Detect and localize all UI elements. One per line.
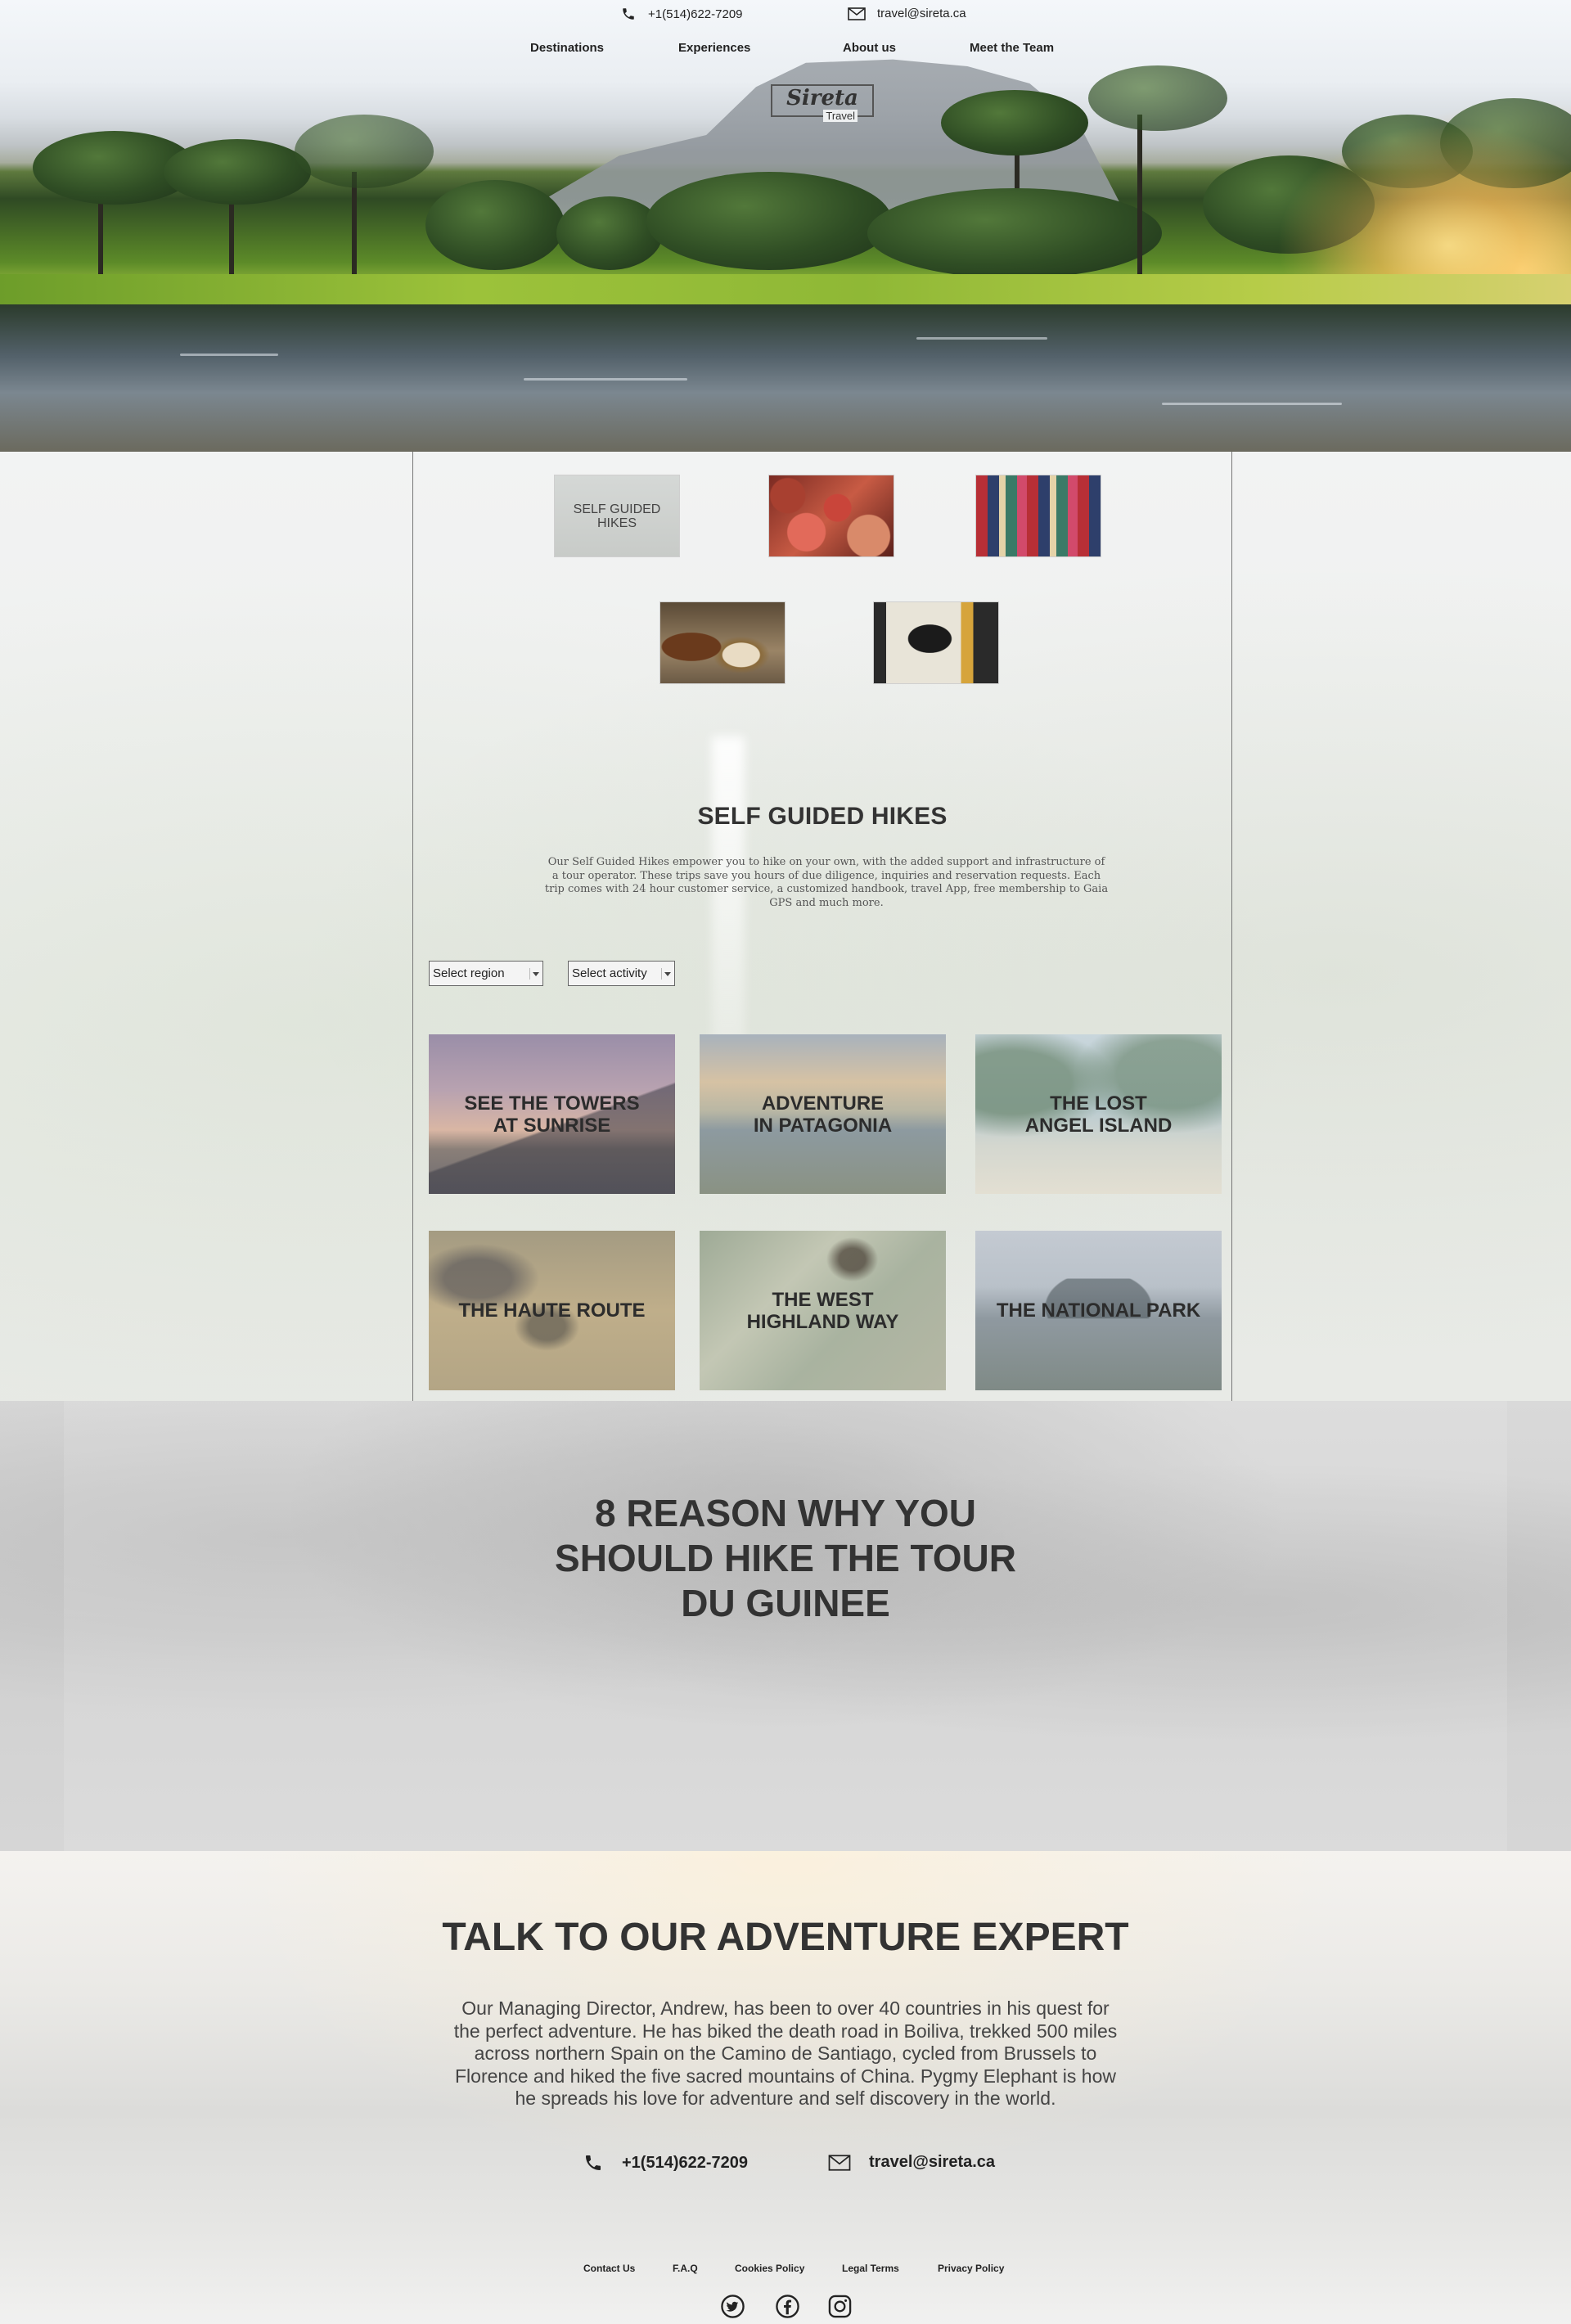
footer-faq[interactable]: F.A.Q — [673, 2263, 698, 2274]
phone-icon — [623, 8, 634, 20]
footer-legal-terms[interactable]: Legal Terms — [842, 2263, 899, 2274]
activity-select[interactable]: Select activity — [568, 961, 675, 986]
activity-select-value: Select activity — [572, 966, 647, 980]
nav-about-us[interactable]: About us — [843, 41, 896, 55]
header-email-text: travel@sireta.ca — [877, 7, 966, 20]
hike-card-title: SEE THE TOWERS AT SUNRISE — [464, 1092, 640, 1137]
envelope-icon — [848, 7, 866, 20]
header-phone-text: +1(514)622-7209 — [648, 7, 743, 21]
footer-privacy-policy[interactable]: Privacy Policy — [938, 2263, 1004, 2274]
top-contact-bar: +1(514)622-7209 travel@sireta.ca — [0, 7, 1571, 26]
talk-email[interactable]: travel@sireta.ca — [828, 2153, 995, 2172]
lake-reflection — [0, 304, 1571, 452]
envelope-icon — [828, 2154, 851, 2171]
thumb-patterned-textile[interactable] — [975, 475, 1101, 557]
hike-card-haute-route[interactable]: THE HAUTE ROUTE — [429, 1231, 675, 1390]
hike-card-west-highland[interactable]: THE WEST HIGHLAND WAY — [700, 1231, 946, 1390]
region-select-value: Select region — [433, 966, 505, 980]
section-description: Our Self Guided Hikes empower you to hik… — [544, 856, 1109, 909]
hike-card-title: THE LOST ANGEL ISLAND — [1024, 1092, 1173, 1137]
nav-destinations[interactable]: Destinations — [530, 41, 604, 55]
hike-card-national-park[interactable]: THE NATIONAL PARK — [975, 1231, 1222, 1390]
hike-card-angel-island[interactable]: THE LOST ANGEL ISLAND — [975, 1034, 1222, 1194]
talk-description: Our Managing Director, Andrew, has been … — [453, 1997, 1118, 2109]
main-nav: Destinations Experiences About us Meet t… — [0, 41, 1571, 59]
talk-phone[interactable]: +1(514)622-7209 — [583, 2153, 748, 2173]
logo-script: Sireta — [786, 86, 858, 110]
hero-banner: +1(514)622-7209 travel@sireta.ca Destina… — [0, 0, 1571, 452]
site-logo[interactable]: Sireta Travel — [771, 84, 874, 122]
header-email[interactable]: travel@sireta.ca — [848, 7, 966, 20]
reasons-title[interactable]: 8 REASON WHY YOU SHOULD HIKE THE TOUR DU… — [0, 1491, 1571, 1626]
talk-email-text: travel@sireta.ca — [869, 2153, 996, 2171]
twitter-icon[interactable] — [720, 2294, 745, 2319]
section-title: SELF GUIDED HIKES — [697, 803, 948, 830]
footer-contact-us[interactable]: Contact Us — [583, 2263, 635, 2274]
footer-cookies-policy[interactable]: Cookies Policy — [735, 2263, 804, 2274]
chevron-down-icon — [529, 968, 539, 980]
hike-card-towers[interactable]: SEE THE TOWERS AT SUNRISE — [429, 1034, 675, 1194]
region-select[interactable]: Select region — [429, 961, 543, 986]
reasons-banner: 8 REASON WHY YOU SHOULD HIKE THE TOUR DU… — [0, 1401, 1571, 1851]
nav-meet-the-team[interactable]: Meet the Team — [970, 41, 1054, 55]
hike-card-title: ADVENTURE IN PATAGONIA — [753, 1092, 893, 1137]
facebook-icon[interactable] — [775, 2294, 800, 2319]
thumb-label: SELF GUIDED HIKES — [573, 502, 661, 530]
hike-card-patagonia[interactable]: ADVENTURE IN PATAGONIA — [700, 1034, 946, 1194]
thumb-woven-baskets[interactable] — [768, 475, 894, 557]
thumb-wood-carving[interactable] — [873, 601, 999, 684]
hike-card-title: THE HAUTE ROUTE — [458, 1299, 646, 1322]
logo-subtitle: Travel — [823, 110, 858, 122]
phone-icon — [586, 2155, 601, 2170]
thumb-djembe-drum[interactable] — [659, 601, 786, 684]
talk-phone-text: +1(514)622-7209 — [622, 2153, 749, 2172]
instagram-icon[interactable] — [827, 2294, 853, 2319]
header-phone[interactable]: +1(514)622-7209 — [620, 7, 743, 21]
hike-card-title: THE WEST HIGHLAND WAY — [746, 1288, 899, 1333]
nav-experiences[interactable]: Experiences — [678, 41, 750, 55]
hike-card-title: THE NATIONAL PARK — [996, 1299, 1201, 1322]
thumb-self-guided-hikes[interactable]: SELF GUIDED HIKES — [554, 475, 680, 557]
talk-title: TALK TO OUR ADVENTURE EXPERT — [442, 1916, 1129, 1959]
chevron-down-icon — [661, 968, 671, 980]
